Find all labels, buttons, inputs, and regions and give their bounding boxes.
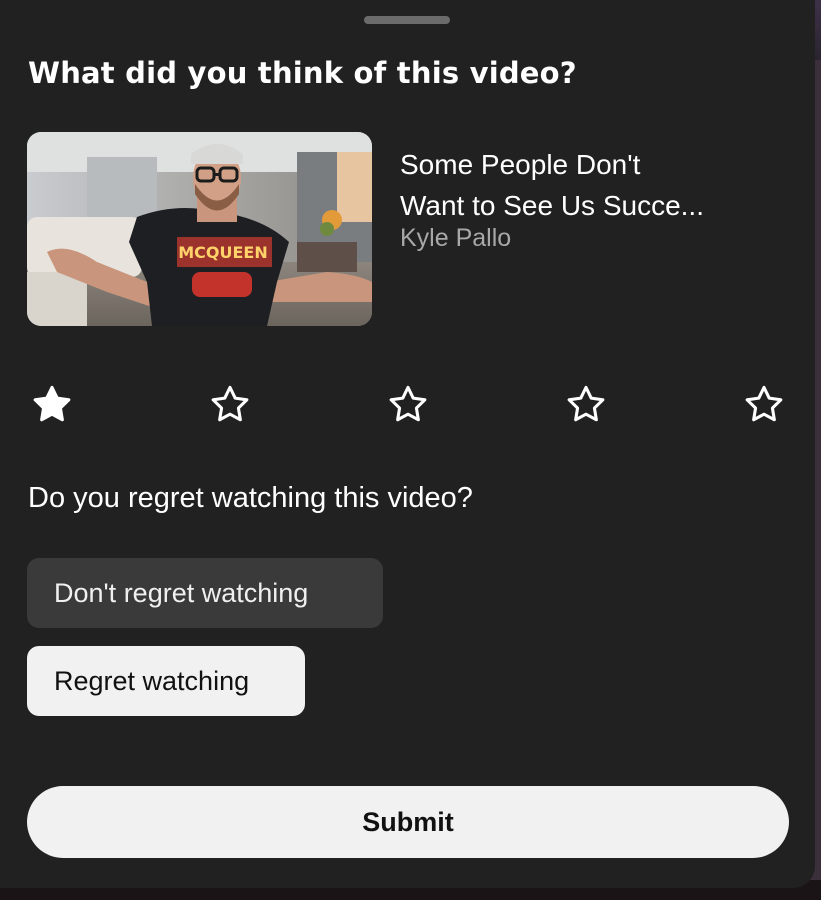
regret-button[interactable]: Regret watching (27, 646, 305, 716)
video-thumbnail[interactable]: MCQUEEN (27, 132, 372, 326)
star-outline-icon (211, 385, 249, 422)
star-4-button[interactable] (561, 380, 611, 430)
video-title-line1: Some People Don't (400, 149, 641, 180)
feedback-sheet: What did you think of this video? MCQUEE… (0, 0, 815, 888)
star-3-button[interactable] (383, 380, 433, 430)
survey-title: What did you think of this video? (28, 56, 577, 90)
star-filled-icon (33, 385, 71, 422)
shirt-graphic-text: MCQUEEN (178, 243, 268, 262)
dont-regret-button[interactable]: Don't regret watching (27, 558, 383, 628)
star-rating (27, 380, 789, 432)
video-title[interactable]: Some People Don't Want to See Us Succe..… (400, 144, 800, 226)
thumbnail-image: MCQUEEN (27, 132, 372, 326)
star-outline-icon (745, 385, 783, 422)
drag-handle[interactable] (364, 16, 450, 24)
star-2-button[interactable] (205, 380, 255, 430)
submit-button[interactable]: Submit (27, 786, 789, 858)
star-outline-icon (389, 385, 427, 422)
star-5-button[interactable] (739, 380, 789, 430)
video-title-line2: Want to See Us Succe... (400, 190, 704, 221)
channel-name: Kyle Pallo (400, 224, 512, 252)
star-outline-icon (567, 385, 605, 422)
regret-question: Do you regret watching this video? (28, 482, 473, 514)
star-1-button[interactable] (27, 380, 77, 430)
